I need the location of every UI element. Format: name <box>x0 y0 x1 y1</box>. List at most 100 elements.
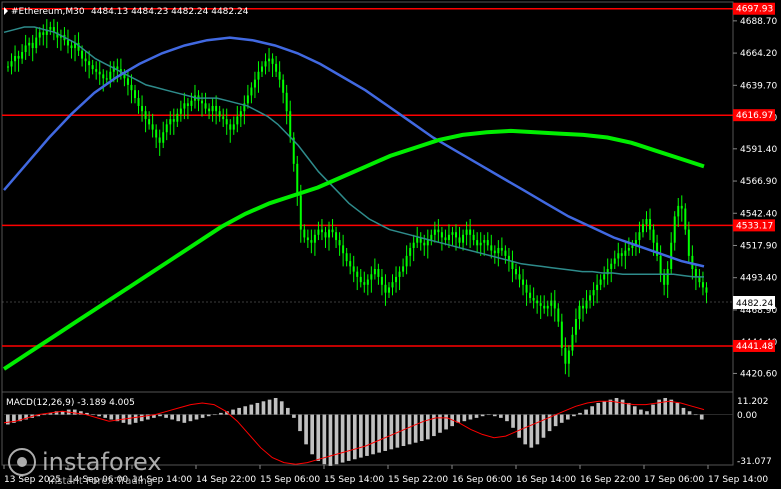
candle-body <box>433 229 436 235</box>
price-tick-label: 4664.20 <box>740 49 777 59</box>
chart-frame <box>1 1 734 466</box>
brand-name: instaforex <box>42 448 162 476</box>
price-tick-label: 4591.40 <box>740 145 777 155</box>
candle-body <box>377 269 380 277</box>
candle-body <box>299 195 302 230</box>
candle-body <box>331 229 334 233</box>
macd-bar <box>200 414 205 418</box>
macd-scale-top: 11.202 <box>737 397 769 407</box>
candle-body <box>232 124 235 130</box>
candle-body <box>402 266 405 272</box>
macd-bar <box>91 414 95 416</box>
macd-bar <box>602 401 607 415</box>
macd-bar <box>286 407 290 415</box>
candle-body <box>201 100 204 104</box>
macd-bar <box>255 402 260 415</box>
candle-body <box>190 100 193 106</box>
macd-bar <box>139 414 144 422</box>
level-label: 4533.17 <box>736 221 773 231</box>
candle-body <box>525 284 528 293</box>
macd-bar <box>237 407 241 415</box>
macd-bar <box>365 414 369 456</box>
price-axis: 4688.704664.204639.704615.204591.404566.… <box>733 17 777 379</box>
macd-bar <box>486 414 491 416</box>
macd-bar <box>572 414 576 417</box>
candle-body <box>529 292 532 298</box>
macd-bar <box>639 409 643 415</box>
candle-body <box>567 350 570 364</box>
candle-body <box>215 105 218 112</box>
candle-body <box>649 219 652 230</box>
candle-body <box>7 66 9 68</box>
candle-body <box>465 229 468 235</box>
price-tick-label: 4420.60 <box>740 369 777 379</box>
time-tick-label: 14 Sep 22:00 <box>196 475 256 485</box>
candle-body <box>10 61 13 67</box>
candle-body <box>444 237 447 241</box>
candle-body <box>479 242 482 246</box>
macd-bar <box>584 409 588 415</box>
macd-bar <box>578 412 582 415</box>
candle-body <box>24 45 27 53</box>
candle-body <box>137 98 140 106</box>
macd-bar <box>517 414 521 438</box>
macd-bar <box>231 409 235 415</box>
macd-bar <box>614 397 619 415</box>
horizontal-levels[interactable] <box>2 7 733 347</box>
macd-bar <box>334 414 339 465</box>
candle-body <box>476 240 479 246</box>
macd-bar <box>194 414 199 420</box>
candle-body <box>596 284 599 291</box>
candle-body <box>469 229 472 235</box>
macd-bar <box>206 414 211 417</box>
candle-body <box>582 305 585 309</box>
candle-body <box>412 242 415 248</box>
macd-bar <box>219 412 223 415</box>
macd-bar <box>322 414 327 465</box>
candle-body <box>165 124 168 133</box>
candle-body <box>462 234 465 243</box>
candle-body <box>391 282 394 288</box>
candle-body <box>536 300 539 304</box>
price-candles <box>7 19 708 377</box>
candle-body <box>155 129 158 138</box>
ma-fast-line <box>3 26 704 278</box>
candle-body <box>141 105 144 112</box>
macd-bar <box>529 414 534 448</box>
candle-body <box>447 234 450 241</box>
candle-body <box>320 229 323 233</box>
candle-body <box>264 61 267 67</box>
candle-body <box>486 240 489 246</box>
candle-body <box>645 219 648 225</box>
candle-body <box>366 279 369 285</box>
macd-bar <box>492 414 497 417</box>
trading-chart[interactable]: 4688.704664.204639.704615.204591.404566.… <box>0 0 781 489</box>
macd-bar <box>687 411 692 415</box>
price-tick-label: 4517.90 <box>740 241 777 251</box>
candle-body <box>183 103 186 109</box>
macd-bar <box>6 414 10 425</box>
candle-body <box>514 269 517 275</box>
candle-body <box>98 71 101 75</box>
candle-body <box>246 95 249 104</box>
macd-scale-zero: 0.00 <box>737 411 757 421</box>
macd-bar <box>419 414 424 442</box>
candle-body <box>589 295 592 301</box>
candle-body <box>38 32 41 38</box>
macd-bar <box>553 414 558 427</box>
time-tick-label: 15 Sep 06:00 <box>260 475 320 485</box>
macd-bar <box>292 414 296 418</box>
macd-bar <box>212 414 217 416</box>
chart-canvas[interactable]: 4688.704664.204639.704615.204591.404566.… <box>0 0 781 489</box>
candle-body <box>522 279 525 285</box>
macd-bar <box>559 414 564 423</box>
candle-body <box>88 61 91 66</box>
macd-bar <box>377 414 381 453</box>
candle-body <box>363 282 366 285</box>
candle-body <box>310 240 313 243</box>
candle-body <box>186 103 189 106</box>
candle-body <box>426 240 429 246</box>
candle-body <box>620 253 623 256</box>
macd-bar <box>133 414 138 423</box>
candle-body <box>490 245 493 251</box>
